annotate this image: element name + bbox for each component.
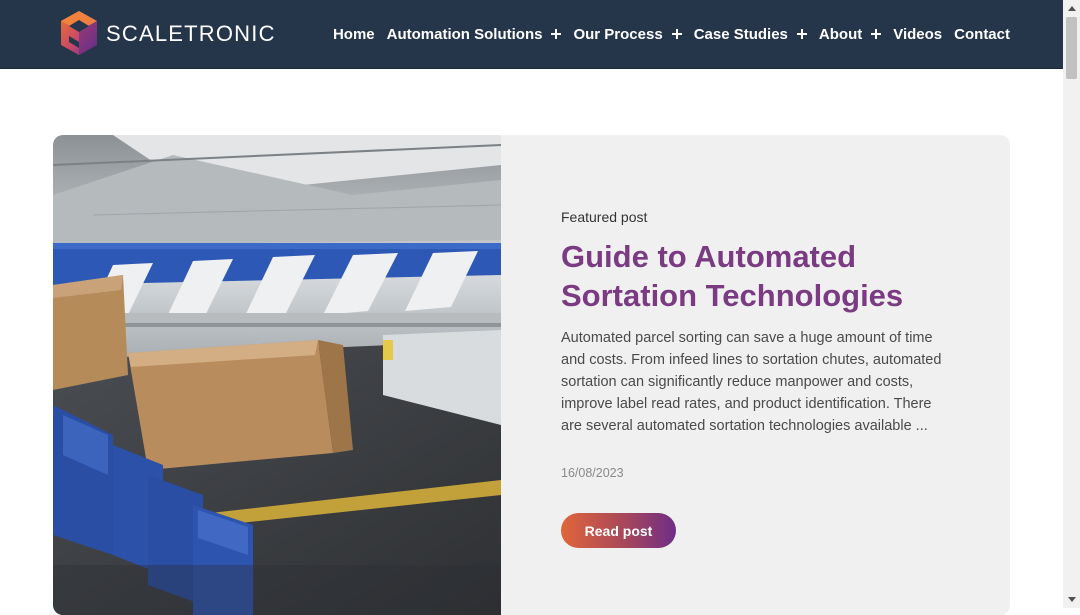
nav-item-label: Case Studies [693,25,788,43]
main-nav: Home Automation Solutions Our Process Ca… [321,0,1010,68]
nav-item-videos[interactable]: Videos [893,26,942,43]
scrollbar-thumb[interactable] [1066,17,1077,79]
nav-item-label: Home [332,25,375,43]
featured-post-card: Featured post Guide to Automated Sortati… [53,135,1010,615]
nav-item-about[interactable]: About [818,25,882,43]
nav-item-label: Videos [893,25,943,43]
plus-icon[interactable] [671,29,682,39]
scroll-up-button[interactable] [1063,0,1080,17]
featured-post-date: 16/08/2023 [561,466,624,480]
nav-item-case-studies[interactable]: Case Studies [694,26,807,43]
site-header: SCALETRONIC Home Automation Solutions Ou… [0,0,1063,69]
nav-item-label: Contact [954,25,1010,43]
nav-item-our-process[interactable]: Our Process [573,25,682,43]
nav-item-label: Our Process [573,25,663,43]
featured-post-kicker: Featured post [561,209,648,225]
triangle-up-icon [1067,6,1076,11]
plus-icon[interactable] [796,29,807,39]
read-post-button[interactable]: Read post [561,513,676,548]
brand-name[interactable]: SCALETRONIC [106,21,276,47]
featured-post-title[interactable]: Guide to Automated Sortation Technologie… [561,237,961,315]
plus-icon[interactable] [551,29,562,39]
triangle-down-icon [1067,597,1076,602]
plus-icon[interactable] [871,29,882,39]
nav-item-label: About [818,25,863,43]
featured-post-excerpt: Automated parcel sorting can save a huge… [561,330,942,434]
nav-item-automation-solutions[interactable]: Automation Solutions [387,26,562,43]
scaletronic-logo-icon[interactable] [60,10,98,56]
nav-item-label: Automation Solutions [386,25,543,43]
vertical-scrollbar[interactable] [1063,0,1080,608]
scroll-down-button[interactable] [1063,591,1080,608]
nav-item-contact[interactable]: Contact [954,26,1010,43]
nav-item-home[interactable]: Home [333,26,375,43]
featured-post-image[interactable] [53,135,501,615]
